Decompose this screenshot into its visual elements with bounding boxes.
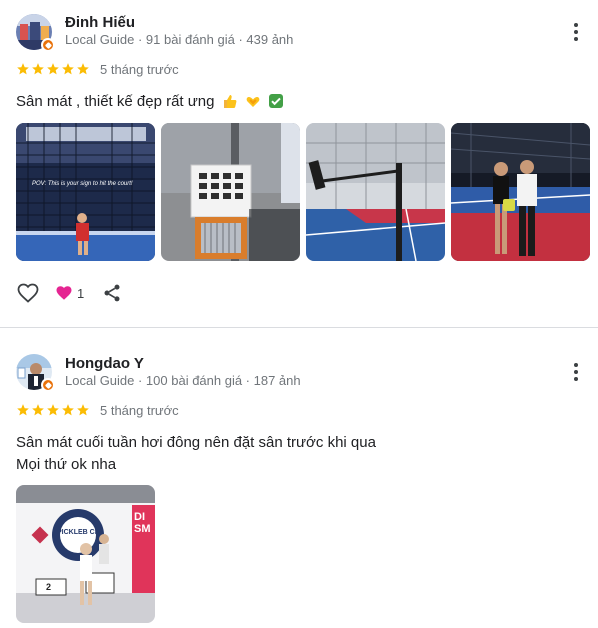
review-photo[interactable]: [306, 123, 445, 261]
star-icon: [77, 404, 89, 416]
share-icon[interactable]: [102, 283, 122, 303]
review-photo[interactable]: POV: This is your sign to hit the court!: [16, 123, 155, 261]
star-icon: [62, 63, 74, 75]
more-vert-icon[interactable]: [568, 20, 584, 44]
more-vert-icon[interactable]: [568, 360, 584, 384]
star-icon: [47, 404, 59, 416]
star-icon: [62, 404, 74, 416]
reviewer-name[interactable]: Hongdao Y: [65, 355, 144, 372]
photo-podium-number: 2: [46, 582, 52, 592]
review-text: Sân mát cuối tuần hơi đông nên đặt sân t…: [16, 432, 376, 476]
reviewer-meta[interactable]: Local Guide · 100 bài đánh giá · 187 ảnh: [65, 373, 301, 388]
local-guide-badge-icon: [41, 38, 55, 52]
review-card: Đinh Hiếu Local Guide · 91 bài đánh giá …: [0, 0, 598, 328]
review-actions: 1: [16, 281, 122, 305]
check-mark-emoji-icon: [269, 94, 284, 108]
photo-sign-text: DI SM: [134, 511, 151, 535]
review-photos: POV: This is your sign to hit the court!: [16, 123, 590, 261]
review-photo[interactable]: [451, 123, 590, 261]
avatar[interactable]: [16, 354, 55, 392]
star-icon: [17, 63, 29, 75]
star-rating: [16, 403, 90, 417]
star-icon: [32, 404, 44, 416]
star-rating: [16, 62, 90, 76]
review-date: 5 tháng trước: [100, 62, 179, 77]
likes-count: 1: [77, 285, 85, 301]
review-text-line: Mọi thứ ok nha: [16, 456, 117, 473]
review-text-body: Sân mát , thiết kế đẹp rất ưng: [16, 93, 215, 110]
thumbs-up-emoji-icon: [223, 95, 237, 108]
photo-overlay-text: POV: This is your sign to hit the court!: [32, 181, 133, 187]
review-photos: PICKLEB CL DI SM 2: [16, 485, 155, 623]
review-text: Sân mát , thiết kế đẹp rất ưng: [16, 91, 284, 113]
reviewer-meta[interactable]: Local Guide · 91 bài đánh giá · 439 ảnh: [65, 32, 293, 47]
star-icon: [47, 63, 59, 75]
photo-banner-text: PICKLEB CL: [57, 529, 99, 536]
review-text-line: Sân mát cuối tuần hơi đông nên đặt sân t…: [16, 434, 376, 451]
star-icon: [17, 404, 29, 416]
review-divider: [0, 327, 598, 328]
love-reaction-icon: [56, 286, 72, 300]
review-photo[interactable]: PICKLEB CL DI SM 2: [16, 485, 155, 623]
heart-hands-emoji-icon: [246, 97, 260, 107]
review-date: 5 tháng trước: [100, 403, 179, 418]
review-card: Hongdao Y Local Guide · 100 bài đánh giá…: [0, 329, 598, 628]
star-icon: [77, 63, 89, 75]
reviewer-name[interactable]: Đinh Hiếu: [65, 14, 135, 31]
review-photo[interactable]: [161, 123, 300, 261]
star-icon: [32, 63, 44, 75]
like-heart-icon[interactable]: [16, 281, 40, 305]
avatar[interactable]: [16, 14, 55, 52]
local-guide-badge-icon: [41, 378, 55, 392]
